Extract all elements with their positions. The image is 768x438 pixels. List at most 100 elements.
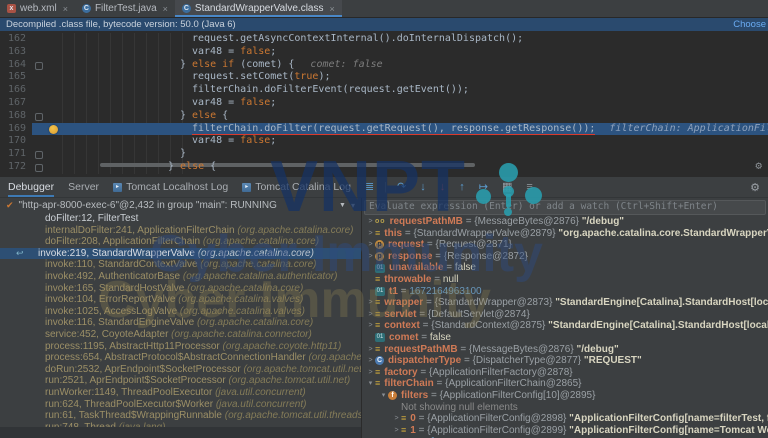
evaluate-expression-input[interactable]: Evaluate expression (Enter) or add a wat… xyxy=(364,200,766,215)
frame-row[interactable]: service:452, CoyoteAdapter (org.apache.c… xyxy=(0,329,361,341)
debug-tab-server[interactable]: Server xyxy=(68,177,99,197)
tree-chevron-icon[interactable]: > xyxy=(392,425,401,437)
field-icon: ≡ xyxy=(375,378,380,390)
frame-row[interactable]: process:1195, AbstractHttp11Processor (o… xyxy=(0,341,361,353)
frame-row[interactable]: process:654, AbstractProtocol$AbstractCo… xyxy=(0,352,361,364)
variable-row[interactable]: >≡servlet = {DefaultServlet@2874} xyxy=(362,309,768,321)
editor-tab[interactable]: CStandardWrapperValve.class× xyxy=(175,0,342,17)
tree-chevron-icon[interactable]: > xyxy=(366,320,375,332)
code-statement: } else { xyxy=(180,110,228,121)
tree-chevron-icon[interactable]: > xyxy=(366,297,375,309)
filter-icon[interactable]: ▼ xyxy=(339,202,346,209)
variable-row[interactable]: >presponse = {Response@2872} xyxy=(362,251,768,263)
close-icon[interactable]: × xyxy=(63,4,68,14)
tree-chevron-icon[interactable]: > xyxy=(366,367,375,379)
debug-tab-tomcat-localhost-log[interactable]: ▸Tomcat Localhost Log xyxy=(113,177,228,197)
variable-row[interactable]: >≡requestPathMB = {MessageBytes@2876} "/… xyxy=(362,344,768,356)
frame-row[interactable]: run:61, TaskThread$WrappingRunnable (org… xyxy=(0,410,361,422)
debug-tool-window: Debugger Server ▸Tomcat Localhost Log ▸Tomc… xyxy=(0,176,768,438)
frame-row[interactable]: invoke:1025, AccessLogValve (org.apache.… xyxy=(0,306,361,318)
step-out-icon[interactable]: ↑ xyxy=(459,177,465,197)
frame-location: process:1195, AbstractHttp11Processor xyxy=(45,341,220,352)
frame-package: (org.apache.catalina.core) xyxy=(198,259,317,270)
evaluate-expression-icon[interactable]: ▦ xyxy=(502,177,512,197)
frame-text: invoke:1025, AccessLogValve (org.apache.… xyxy=(45,306,305,317)
step-over-icon[interactable]: ↷ xyxy=(397,177,406,197)
frames-scroll-track[interactable] xyxy=(0,427,361,438)
frame-row[interactable]: internalDoFilter:241, ApplicationFilterC… xyxy=(0,225,361,237)
force-step-into-icon[interactable]: ↓ xyxy=(440,177,446,197)
frame-location: invoke:1025, AccessLogValve xyxy=(45,306,177,317)
variable-row[interactable]: 01comet = false xyxy=(362,332,768,344)
frame-text: invoke:110, StandardContextValve (org.ap… xyxy=(45,259,316,270)
editor-tab[interactable]: CFilterTest.java× xyxy=(75,0,175,17)
gutter-markers xyxy=(32,84,62,97)
frame-row[interactable]: run:624, ThreadPoolExecutor$Worker (java… xyxy=(0,399,361,411)
step-into-icon[interactable]: ↓ xyxy=(420,177,426,197)
variable-row[interactable]: ▾≡filterChain = {ApplicationFilterChain@… xyxy=(362,378,768,390)
frame-row[interactable]: invoke:104, ErrorReportValve (org.apache… xyxy=(0,294,361,306)
debug-tab-debugger[interactable]: Debugger xyxy=(8,177,54,197)
close-icon[interactable]: × xyxy=(163,4,168,14)
choose-sources-link[interactable]: Choose xyxy=(733,19,766,30)
variable-value: {DispatcherType@2877} xyxy=(473,355,582,366)
variable-row[interactable]: >≡wrapper = {StandardWrapper@2873} "Stan… xyxy=(362,297,768,309)
gear-icon[interactable]: ⚙ xyxy=(750,181,760,194)
variable-row[interactable]: 01unavailable = false xyxy=(362,262,768,274)
run-to-cursor-icon[interactable]: ↦ xyxy=(479,177,488,197)
fold-marker-icon[interactable] xyxy=(35,62,43,70)
chevron-down-icon[interactable]: ▾ xyxy=(351,201,355,210)
variable-row[interactable]: Not showing null elements xyxy=(362,402,768,414)
variables-message: Not showing null elements xyxy=(401,402,518,414)
variable-row[interactable]: >≡0 = {ApplicationFilterConfig@2898} "Ap… xyxy=(362,413,768,425)
debug-tab-tomcat-catalina-log[interactable]: ▸Tomcat Catalina Log xyxy=(242,177,351,197)
frame-row[interactable]: ↩invoke:219, StandardWrapperValve (org.a… xyxy=(0,248,361,260)
layout-settings-icon[interactable]: ≡ xyxy=(526,177,532,197)
tree-chevron-icon[interactable]: > xyxy=(366,251,375,263)
tree-chevron-icon[interactable]: > xyxy=(366,228,375,240)
tree-chevron-icon[interactable]: > xyxy=(366,309,375,321)
intention-bulb-icon[interactable] xyxy=(49,125,58,134)
frame-row[interactable]: invoke:116, StandardEngineValve (org.apa… xyxy=(0,317,361,329)
show-execution-point-icon[interactable]: ≣ xyxy=(365,177,374,197)
frame-row[interactable]: doRun:2532, AprEndpoint$SocketProcessor … xyxy=(0,364,361,376)
frame-row[interactable]: doFilter:12, FilterTest xyxy=(0,213,361,225)
variable-row[interactable]: >≡1 = {ApplicationFilterConfig@2899} "Ap… xyxy=(362,425,768,437)
variable-row[interactable]: >≡this = {StandardWrapperValve@2879} "or… xyxy=(362,228,768,240)
field-icon: ≡ xyxy=(375,344,380,356)
frame-row[interactable]: invoke:492, AuthenticatorBase (org.apach… xyxy=(0,271,361,283)
editor-tab[interactable]: xweb.xml× xyxy=(0,0,75,17)
fold-marker-icon[interactable] xyxy=(35,164,43,172)
frame-row[interactable]: invoke:110, StandardContextValve (org.ap… xyxy=(0,259,361,271)
variable-row[interactable]: ▾ffilters = {ApplicationFilterConfig[10]… xyxy=(362,390,768,402)
variable-row[interactable]: ≡throwable = null xyxy=(362,274,768,286)
tree-chevron-icon[interactable]: > xyxy=(366,344,375,356)
frame-row[interactable]: doFilter:208, ApplicationFilterChain (or… xyxy=(0,236,361,248)
fold-marker-icon[interactable] xyxy=(35,151,43,159)
variable-row[interactable]: 01t1 = 1672164963100 xyxy=(362,286,768,298)
variable-row[interactable]: >prequest = {Request@2871} xyxy=(362,239,768,251)
code-line: 167var48 = false; xyxy=(0,97,768,110)
fold-marker-icon[interactable] xyxy=(35,113,43,121)
variable-value: {ApplicationFilterChain@2865} xyxy=(445,378,581,389)
tree-chevron-icon[interactable]: > xyxy=(366,216,375,228)
variable-row[interactable]: >CdispatcherType = {DispatcherType@2877}… xyxy=(362,355,768,367)
thread-selector[interactable]: ✔ "http-apr-8000-exec-6"@2,432 in group … xyxy=(0,198,361,213)
tree-chevron-icon[interactable]: > xyxy=(366,239,375,251)
close-icon[interactable]: × xyxy=(330,4,335,14)
frame-row[interactable]: invoke:165, StandardHostValve (org.apach… xyxy=(0,283,361,295)
code-editor[interactable]: 162request.getAsyncContextInternal().doI… xyxy=(0,31,768,177)
variable-row[interactable]: >≡context = {StandardContext@2875} "Stan… xyxy=(362,320,768,332)
gutter-markers xyxy=(32,135,62,148)
variable-row[interactable]: >≡factory = {ApplicationFilterFactory@28… xyxy=(362,367,768,379)
tree-chevron-icon[interactable]: > xyxy=(392,413,401,425)
frame-package: (org.apache.catalina.authenticator) xyxy=(180,271,337,282)
tree-chevron-icon[interactable]: ▾ xyxy=(379,390,388,402)
frame-row[interactable]: run:2521, AprEndpoint$SocketProcessor (o… xyxy=(0,375,361,387)
frame-row[interactable]: runWorker:1149, ThreadPoolExecutor (java… xyxy=(0,387,361,399)
tree-chevron-icon[interactable]: > xyxy=(366,355,375,367)
frame-text: process:1195, AbstractHttp11Processor (o… xyxy=(45,341,341,352)
tree-chevron-icon[interactable]: ▾ xyxy=(366,378,375,390)
variable-row[interactable]: >oorequestPathMB = {MessageBytes@2876} "… xyxy=(362,216,768,228)
editor-tab-label: StandardWrapperValve.class xyxy=(195,3,324,14)
